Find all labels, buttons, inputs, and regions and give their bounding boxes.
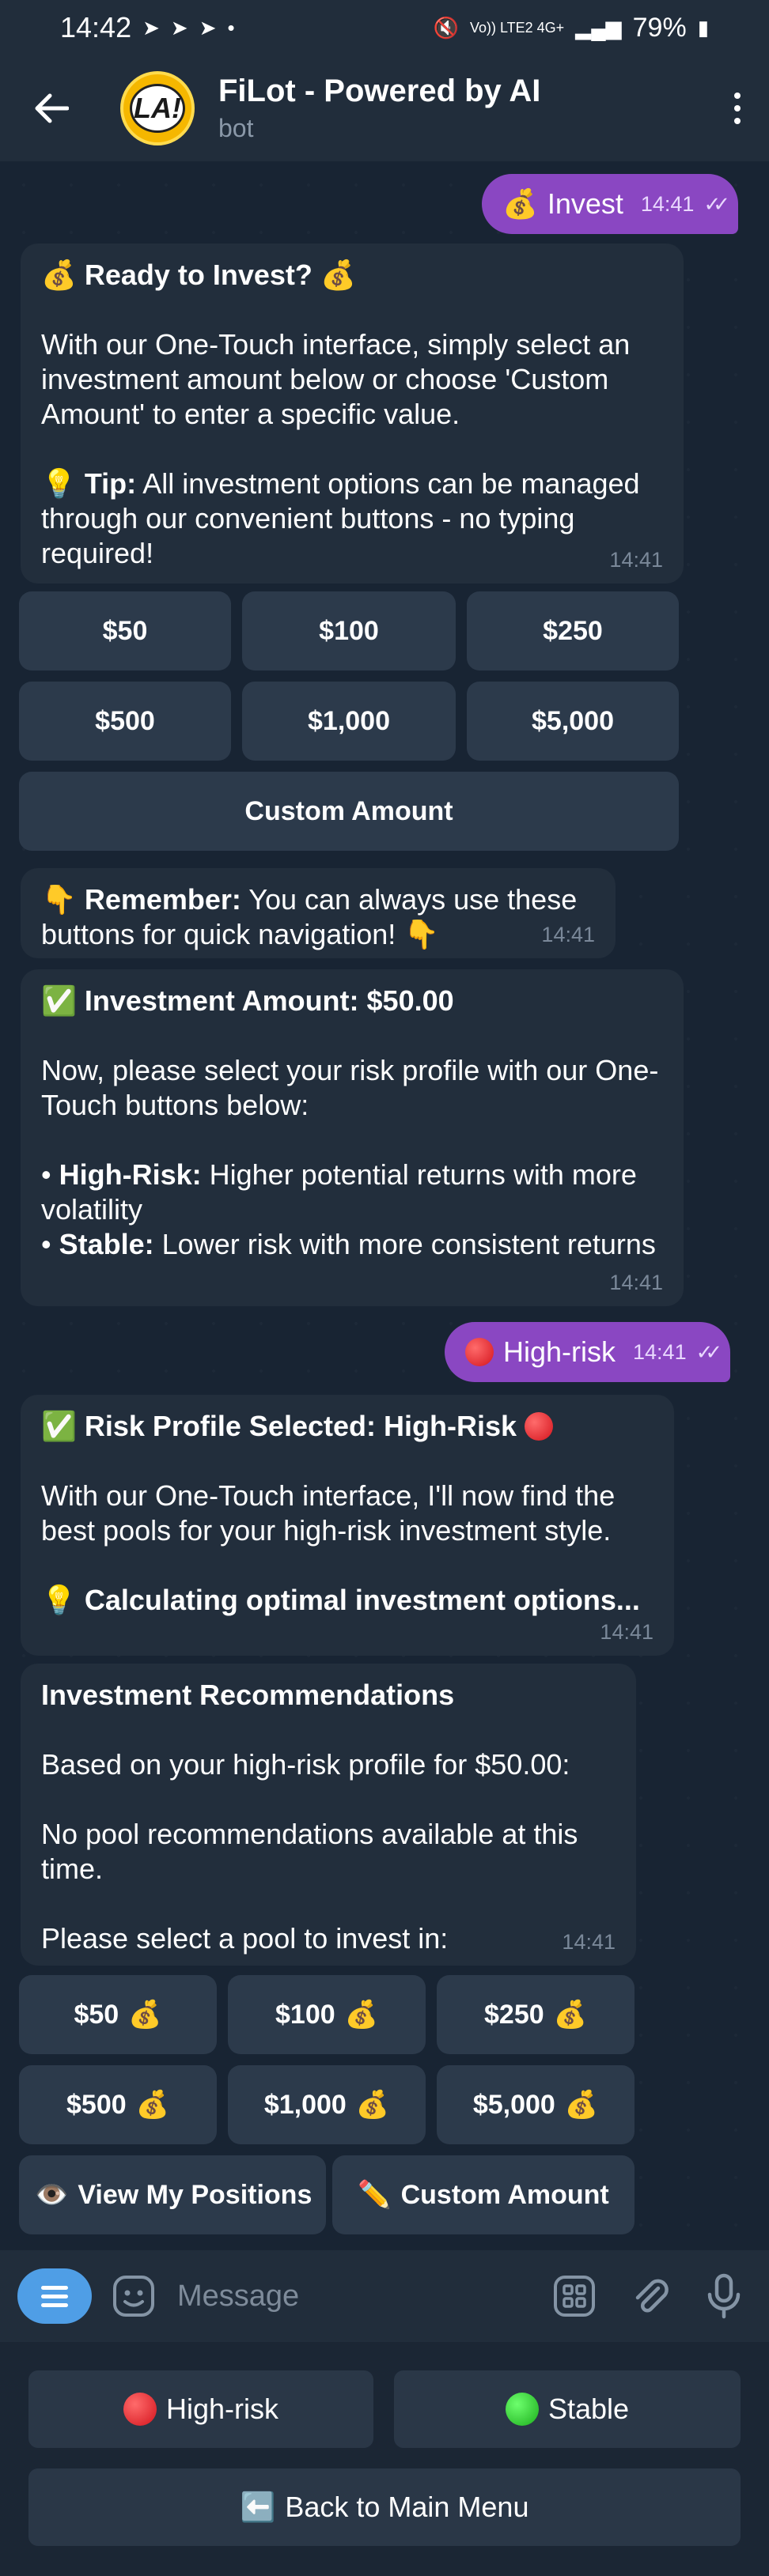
money-bag-icon: 💰 <box>320 259 356 291</box>
read-check-icon: ✓✓ <box>703 191 729 216</box>
message-time: 14:41 <box>640 191 695 216</box>
amount-button-5000[interactable]: $5,000 <box>467 682 679 761</box>
attach-icon[interactable] <box>628 2274 672 2318</box>
lightbulb-icon: 💡 <box>41 467 77 500</box>
notification-dot-icon: • <box>227 15 235 40</box>
back-to-main-menu-button[interactable]: ⬅️ Back to Main Menu <box>28 2468 741 2546</box>
custom-amount-button[interactable]: Custom Amount <box>19 772 679 851</box>
avatar-text: LA! <box>134 92 181 124</box>
message-input[interactable]: Message <box>177 2279 299 2313</box>
pool-button-250[interactable]: $250 💰 <box>437 1975 635 2054</box>
pool-button-1000[interactable]: $1,000 💰 <box>228 2065 426 2144</box>
message-ready-to-invest: 💰 Ready to Invest? 💰 With our One-Touch … <box>21 244 684 584</box>
view-my-positions-button[interactable]: 👁️ View My Positions <box>19 2155 326 2234</box>
pointing-down-icon: 👇 <box>403 918 440 950</box>
amount-button-1000[interactable]: $1,000 <box>242 682 456 761</box>
pointing-down-icon: 👇 <box>41 883 77 916</box>
pool-button-5000[interactable]: $5,000 💰 <box>437 2065 635 2144</box>
chat-header: LA! FiLot - Powered by AI bot <box>0 55 769 161</box>
red-circle-icon <box>465 1338 494 1366</box>
message-time: 14:41 <box>609 1271 663 1294</box>
check-mark-icon: ✅ <box>41 984 77 1017</box>
signal-icon: ▂▄▆ <box>575 15 622 40</box>
outgoing-message-high-risk: High-risk 14:41 ✓✓ <box>445 1322 731 1382</box>
stable-text: Lower risk with more consistent returns <box>153 1228 656 1260</box>
stable-reply-button[interactable]: Stable <box>394 2370 741 2448</box>
status-bar: 14:42 ➤ ➤ ➤ • 🔇 Vo)) LTE2 4G+ ▂▄▆ 79% ▮ <box>0 0 769 55</box>
pool-button-50[interactable]: $50 💰 <box>19 1975 217 2054</box>
message-time: 14:41 <box>609 548 663 572</box>
message-body: No pool recommendations available at thi… <box>41 1818 578 1885</box>
tip-label: Tip: <box>84 467 137 500</box>
message-time: 14:41 <box>600 1620 653 1644</box>
message-title: Ready to Invest? <box>84 259 313 291</box>
network-label: Vo)) LTE2 4G+ <box>469 20 565 36</box>
message-body: Now, please select your risk profile wit… <box>41 1054 659 1121</box>
more-options-icon[interactable] <box>734 93 741 124</box>
high-risk-reply-button[interactable]: High-risk <box>28 2370 373 2448</box>
message-time: 14:41 <box>541 923 595 946</box>
red-circle-icon <box>123 2393 157 2426</box>
read-check-icon: ✓✓ <box>695 1339 722 1364</box>
telegram-icon: ➤ <box>199 15 217 40</box>
message-time: 14:41 <box>562 1930 616 1954</box>
pencil-icon: ✏️ <box>358 2180 392 2210</box>
message-body: Please select a pool to invest in: <box>41 1922 449 1955</box>
money-bag-icon: 💰 <box>41 259 77 291</box>
message-remember: 👇 Remember: You can always use these but… <box>21 868 616 958</box>
message-time: 14:41 <box>633 1339 687 1364</box>
amount-button-100[interactable]: $100 <box>242 591 456 670</box>
status-time: 14:42 <box>60 11 132 43</box>
money-bag-icon: 💰 <box>502 187 538 220</box>
chat-title: FiLot - Powered by AI <box>218 74 541 108</box>
message-text: High-risk <box>503 1335 616 1368</box>
message-input-bar: Message <box>0 2250 769 2342</box>
message-text: Invest <box>547 187 623 220</box>
message-title: Investment Recommendations <box>41 1679 455 1711</box>
microphone-icon[interactable] <box>704 2272 744 2320</box>
message-title: Risk Profile Selected: High-Risk <box>84 1410 517 1442</box>
red-circle-icon <box>525 1412 554 1441</box>
lightbulb-icon: 💡 <box>41 1584 77 1616</box>
green-circle-icon <box>505 2393 539 2426</box>
message-body: With our One-Touch interface, simply sel… <box>41 328 631 430</box>
battery-level: 79% <box>632 12 687 43</box>
calculating-text: Calculating optimal investment options..… <box>84 1584 640 1616</box>
bullet: • <box>41 1158 51 1191</box>
check-mark-icon: ✅ <box>41 1410 77 1442</box>
high-risk-label: High-Risk: <box>59 1158 202 1191</box>
message-title: Investment Amount: $50.00 <box>84 984 454 1017</box>
stable-label: Stable: <box>59 1228 154 1260</box>
message-body: With our One-Touch interface, I'll now f… <box>41 1479 616 1547</box>
outgoing-message-invest: 💰 Invest 14:41 ✓✓ <box>482 174 739 234</box>
eye-icon: 👁️ <box>35 2180 69 2210</box>
message-body: Based on your high-risk profile for $50.… <box>41 1748 570 1781</box>
chat-title-block[interactable]: FiLot - Powered by AI bot <box>218 74 540 143</box>
bot-menu-button[interactable] <box>17 2268 92 2324</box>
bullet: • <box>41 1228 51 1260</box>
bot-keyboard-icon[interactable] <box>552 2274 597 2318</box>
mute-icon: 🔇 <box>433 15 459 40</box>
message-investment-recommendations: Investment Recommendations Based on your… <box>21 1664 636 1966</box>
battery-icon: ▮ <box>697 15 709 40</box>
amount-button-50[interactable]: $50 <box>19 591 231 670</box>
message-risk-profile-selected: ✅ Risk Profile Selected: High-Risk With … <box>21 1395 674 1656</box>
reply-keyboard: High-risk Stable ⬅️ Back to Main Menu <box>0 2342 769 2576</box>
telegram-icon: ➤ <box>142 15 160 40</box>
back-arrow-icon <box>35 93 69 123</box>
message-investment-amount: ✅ Investment Amount: $50.00 Now, please … <box>21 969 684 1306</box>
amount-button-500[interactable]: $500 <box>19 682 231 761</box>
telegram-icon: ➤ <box>170 15 188 40</box>
custom-amount-button-2[interactable]: ✏️ Custom Amount <box>332 2155 635 2234</box>
remember-label: Remember: <box>84 883 241 916</box>
back-button[interactable] <box>0 93 103 124</box>
pool-button-100[interactable]: $100 💰 <box>228 1975 426 2054</box>
sticker-icon[interactable] <box>111 2273 157 2319</box>
chat-area[interactable]: 💰 Invest 14:41 ✓✓ 💰 Ready to Invest? 💰 W… <box>0 161 769 2250</box>
amount-button-250[interactable]: $250 <box>467 591 679 670</box>
chat-subtitle: bot <box>218 114 254 142</box>
pool-button-500[interactable]: $500 💰 <box>19 2065 217 2144</box>
bot-avatar[interactable]: LA! <box>120 71 195 145</box>
back-arrow-icon: ⬅️ <box>240 2491 276 2523</box>
